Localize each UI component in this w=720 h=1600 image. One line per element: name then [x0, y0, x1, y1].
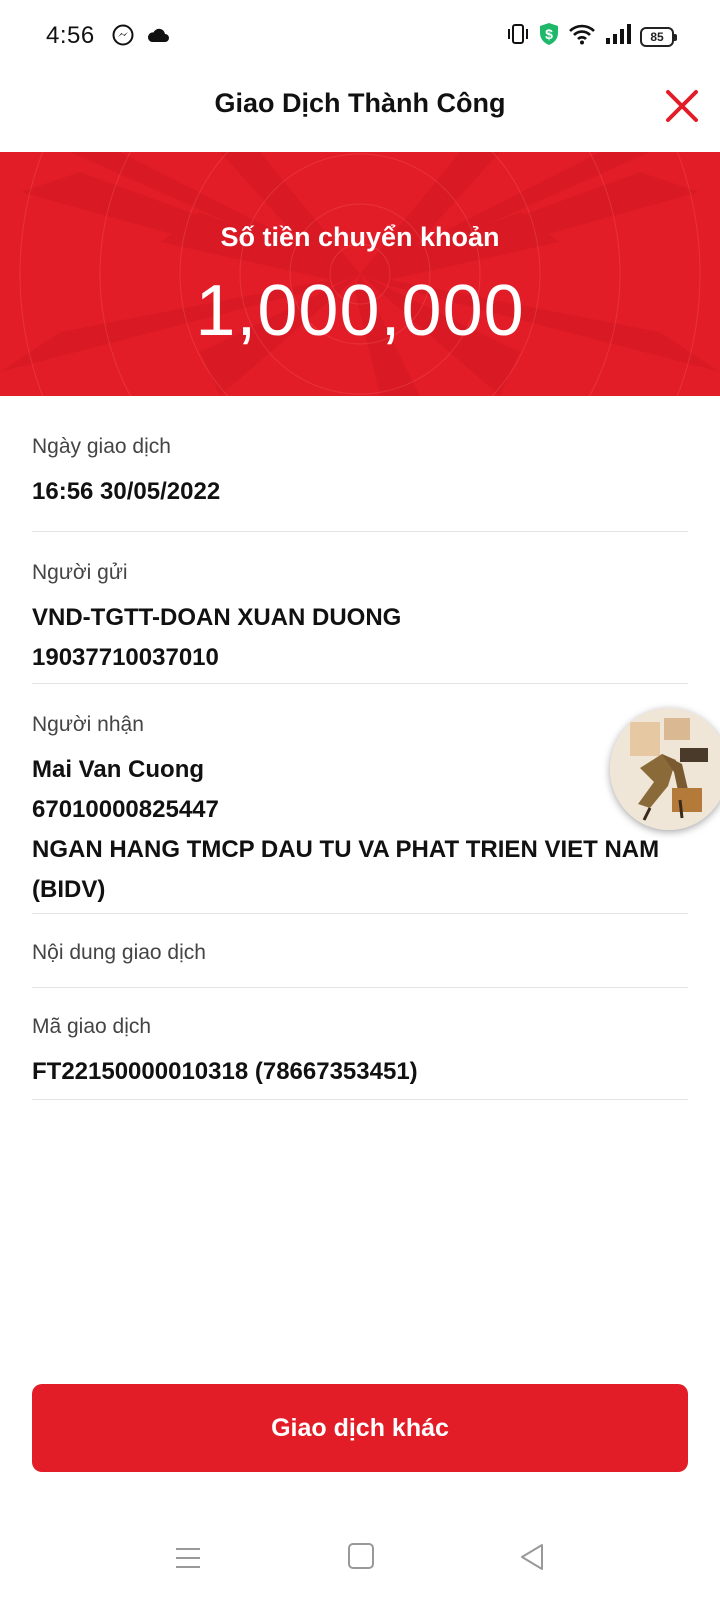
- other-transaction-button[interactable]: Giao dịch khác: [32, 1384, 688, 1472]
- wifi-icon: [568, 23, 596, 50]
- recipient-name: Mai Van Cuong: [32, 756, 205, 783]
- sender-row: Người gửi VND-TGTT-DOAN XUAN DUONG 19037…: [32, 532, 688, 684]
- status-time: 4:56: [46, 22, 95, 49]
- header: Giao Dịch Thành Công: [0, 72, 720, 152]
- page-title: Giao Dịch Thành Công: [214, 88, 506, 118]
- sender-name: VND-TGTT-DOAN XUAN DUONG: [32, 604, 402, 631]
- messenger-icon: [112, 24, 134, 51]
- menu-icon[interactable]: [174, 1544, 202, 1572]
- transaction-details: Ngày giao dịch 16:56 30/05/2022 Người gử…: [32, 396, 688, 1100]
- sender-label: Người gửi: [32, 561, 128, 584]
- status-bar: 4:56 $ 85: [0, 0, 720, 72]
- date-label: Ngày giao dịch: [32, 435, 171, 458]
- amount-value: 1,000,000: [195, 271, 525, 351]
- avatar: [610, 708, 720, 830]
- home-icon[interactable]: [348, 1543, 374, 1569]
- system-nav-bar: [0, 1520, 720, 1600]
- svg-text:$: $: [545, 26, 553, 42]
- floating-chat-bubble[interactable]: [610, 708, 720, 830]
- recipient-label: Người nhận: [32, 713, 144, 736]
- content-row: Nội dung giao dịch: [32, 914, 688, 988]
- sender-account: 19037710037010: [32, 644, 219, 671]
- content-label: Nội dung giao dịch: [32, 941, 206, 964]
- signal-icon: [604, 23, 632, 50]
- code-label: Mã giao dịch: [32, 1015, 152, 1038]
- vibrate-icon: [506, 23, 530, 50]
- battery-icon: 85: [640, 26, 677, 47]
- cloud-icon: [146, 26, 170, 49]
- back-icon[interactable]: [518, 1542, 546, 1572]
- code-value: FT22150000010318 (78667353451): [32, 1058, 418, 1085]
- recipient-row: Người nhận Mai Van Cuong 67010000825447 …: [32, 684, 688, 914]
- shield-dollar-icon: $: [538, 22, 560, 51]
- close-button[interactable]: [662, 86, 702, 126]
- date-value: 16:56 30/05/2022: [32, 478, 221, 505]
- recipient-bank: NGAN HANG TMCP DAU TU VA PHAT TRIEN VIET…: [32, 836, 660, 903]
- recipient-account: 67010000825447: [32, 796, 219, 823]
- code-row: Mã giao dịch FT22150000010318 (786673534…: [32, 988, 688, 1100]
- close-icon: [666, 90, 698, 122]
- date-row: Ngày giao dịch 16:56 30/05/2022: [32, 396, 688, 532]
- amount-label: Số tiền chuyển khoản: [220, 222, 500, 252]
- amount-banner: Số tiền chuyển khoản 1,000,000: [0, 152, 720, 396]
